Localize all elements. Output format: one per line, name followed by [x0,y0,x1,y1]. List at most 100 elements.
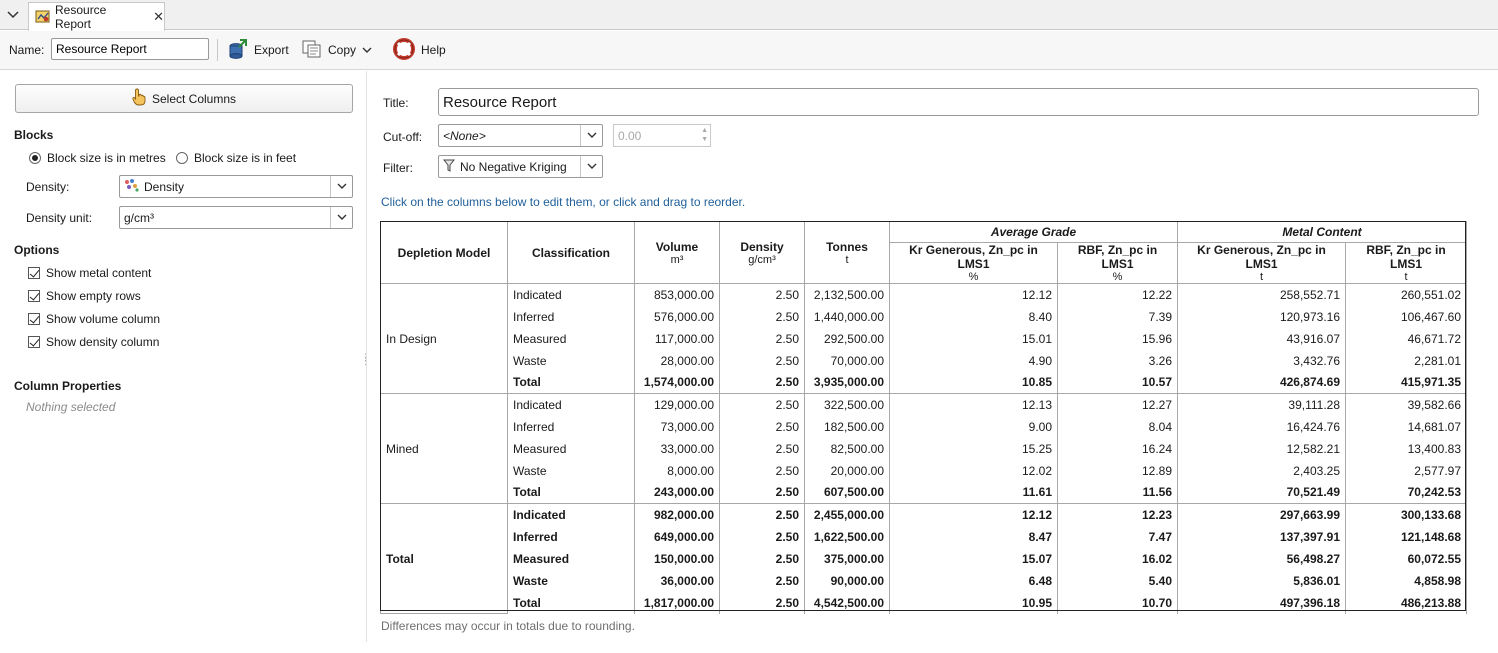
value-cell: 12.22 [1056,283,1179,306]
splitter-grip-icon[interactable]: ⋮ ⋮ [361,353,370,366]
chevron-down-icon[interactable] [330,207,352,228]
option-show-density-column[interactable]: Show density column [28,335,159,349]
cutoff-select[interactable]: <None> [438,124,603,147]
table-row: Total 1,817,000.00 2.50 4,542,500.00 10.95 10… [381,591,1468,614]
table-row: Waste 8,000.00 2.50 20,000.00 12.02 12.89 2,40… [381,459,1468,482]
value-cell: 120,973.16 [1177,305,1347,328]
density-unit-select[interactable]: g/cm³ [119,206,353,229]
value-cell: 2.50 [719,437,805,460]
value-cell: 8.04 [1056,415,1179,438]
value-cell: 182,500.00 [804,415,890,438]
classification-cell: Total [507,591,635,614]
value-cell: 10.70 [1056,591,1179,614]
col-header-metal-rbf[interactable]: RBF, Zn_pc in LMS1 t [1345,242,1468,284]
filter-label: Filter: [383,161,413,175]
group-header-average-grade[interactable]: Average Grade [888,221,1179,243]
option-label: Show metal content [46,266,152,280]
value-cell: 129,000.00 [634,393,720,416]
export-label: Export [254,43,289,57]
radio-metres-label: Block size is in metres [47,151,166,165]
col-header-volume[interactable]: Volume m³ [634,221,720,284]
value-cell: 260,551.02 [1345,283,1468,306]
value-cell: 12.13 [889,393,1058,416]
chevron-down-icon[interactable] [580,125,602,146]
checkbox[interactable] [28,313,40,325]
col-header-grade-rbf[interactable]: RBF, Zn_pc in LMS1% [1056,242,1179,284]
cutoff-label: Cut-off: [383,130,423,144]
value-cell: 2.50 [719,415,805,438]
value-cell: 5,836.01 [1177,569,1347,592]
option-label: Show volume column [46,312,161,326]
copy-label: Copy [328,43,357,57]
depletion-model-cell: In Design [380,283,508,394]
select-columns-button[interactable]: Select Columns [15,84,353,113]
title-input[interactable]: Resource Report [438,88,1479,116]
radio-metres[interactable]: Block size is in metres [29,151,166,165]
tab-resource-report[interactable]: Resource Report ✕ [28,2,165,31]
radio-metres-indicator[interactable] [29,152,41,164]
col-header-density[interactable]: Density g/cm³ [719,221,805,284]
close-icon[interactable]: ✕ [153,9,164,25]
value-cell: 10.95 [889,591,1058,614]
checkbox[interactable] [28,267,40,279]
density-unit-label: Density unit: [26,211,93,225]
tab-menu-chevron-icon[interactable] [2,4,24,26]
checkbox[interactable] [28,336,40,348]
cutoff-number: 0.00 [618,129,642,143]
value-cell: 576,000.00 [634,305,720,328]
density-select[interactable]: Density [119,175,353,198]
value-cell: 426,874.69 [1177,371,1347,394]
value-cell: 243,000.00 [634,481,720,504]
value-cell: 2.50 [719,547,805,570]
export-button[interactable]: Export [228,37,289,63]
option-show-metal-content[interactable]: Show metal content [28,266,151,280]
value-cell: 2.50 [719,481,805,504]
classification-cell: Waste [507,569,635,592]
report-icon [35,9,51,26]
chevron-down-icon [362,43,372,57]
radio-feet[interactable]: Block size is in feet [176,151,296,165]
col-header-classification[interactable]: Classification [507,221,635,284]
spinner-arrows-icon[interactable]: ▲ ▼ [701,126,708,144]
toolbar: Name: Export Copy [0,31,1498,70]
help-button[interactable]: Help [393,37,446,63]
checkbox[interactable] [28,290,40,302]
value-cell: 322,500.00 [804,393,890,416]
cutoff-number-input[interactable]: 0.00 ▲ ▼ [613,124,711,147]
depletion-model-cell: Mined [380,393,508,504]
group-header-metal-content[interactable]: Metal Content [1177,221,1468,243]
report-body: In Design Indicated 853,000.00 2.50 2,132,50… [380,283,1468,614]
value-cell: 2,403.25 [1177,459,1347,482]
copy-button[interactable]: Copy [302,37,372,63]
chevron-down-icon[interactable] [330,176,352,197]
name-input[interactable] [51,38,209,60]
table-row: Total 1,574,000.00 2.50 3,935,000.00 10.85 10… [381,371,1468,394]
value-cell: 43,916.07 [1177,327,1347,350]
value-cell: 39,582.66 [1345,393,1468,416]
value-cell: 82,500.00 [804,437,890,460]
table-row: Waste 28,000.00 2.50 70,000.00 4.90 3.26 3,432… [381,349,1468,372]
value-cell: 8.47 [889,525,1058,548]
col-header-depletion-model[interactable]: Depletion Model [380,221,508,284]
cutoff-value: <None> [443,128,486,143]
col-header-tonnes[interactable]: Tonnes t [804,221,890,284]
value-cell: 70,242.53 [1345,481,1468,504]
option-show-empty-rows[interactable]: Show empty rows [28,289,141,303]
radio-feet-indicator[interactable] [176,152,188,164]
value-cell: 649,000.00 [634,525,720,548]
value-cell: 375,000.00 [804,547,890,570]
col-header-grade-kr[interactable]: Kr Generous, Zn_pc in LMS1% [889,242,1058,284]
value-cell: 13,400.83 [1345,437,1468,460]
chevron-down-icon[interactable] [580,156,602,177]
col-header-metal-kr[interactable]: Kr Generous, Zn_pc in LMS1 t [1177,242,1347,284]
density-label: Density: [26,180,70,194]
column-properties-heading: Column Properties [14,379,122,393]
value-cell: 16,424.76 [1177,415,1347,438]
option-show-volume-column[interactable]: Show volume column [28,312,160,326]
filter-select[interactable]: No Negative Kriging [438,155,603,178]
table-row: Inferred 576,000.00 2.50 1,440,000.00 8.40 7.… [381,305,1468,328]
value-cell: 12,582.21 [1177,437,1347,460]
value-cell: 497,396.18 [1177,591,1347,614]
value-cell: 106,467.60 [1345,305,1468,328]
value-cell: 300,133.68 [1345,503,1468,526]
